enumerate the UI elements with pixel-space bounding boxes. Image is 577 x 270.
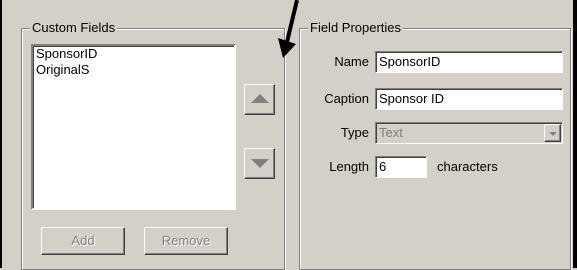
caption-field[interactable]: Sponsor ID [375,88,563,110]
list-item[interactable]: OriginalS [33,62,234,78]
type-select[interactable]: Text [375,122,563,144]
field-properties-group: Field Properties Name SponsorID Caption … [299,20,571,270]
length-label: Length [329,159,369,174]
type-dropdown-button[interactable] [544,124,561,142]
add-button[interactable]: Add [41,227,125,255]
type-label: Type [340,125,369,140]
custom-fields-list[interactable]: SponsorID OriginalS [31,44,236,210]
arrow-pointer-icon [278,0,299,58]
move-down-button[interactable] [244,148,275,179]
remove-button[interactable]: Remove [144,227,228,255]
list-item[interactable]: SponsorID [33,46,234,62]
length-unit-label: characters [437,159,498,174]
move-up-button[interactable] [244,84,275,115]
name-field[interactable]: SponsorID [375,51,563,73]
type-value: Text [379,125,403,140]
chevron-down-icon [549,132,557,136]
field-properties-title: Field Properties [308,20,404,36]
caption-label: Caption [324,91,369,106]
length-field[interactable]: 6 [375,156,427,178]
triangle-down-icon [251,159,269,168]
custom-fields-title: Custom Fields [30,20,118,36]
triangle-up-icon [251,94,269,103]
name-label: Name [334,54,369,69]
